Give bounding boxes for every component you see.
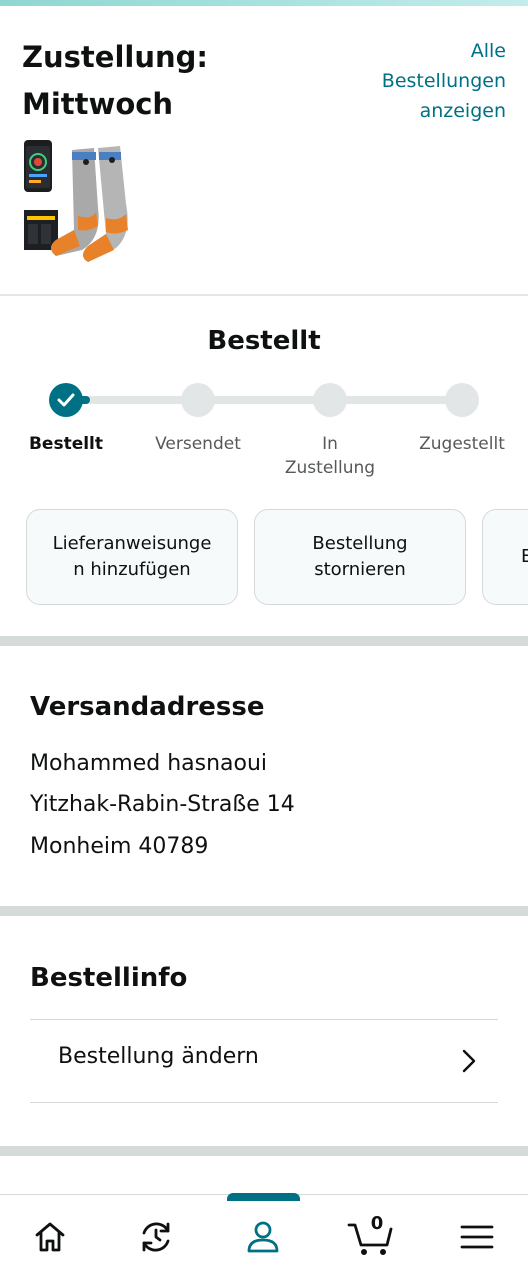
- change-order-row[interactable]: Bestellung ändern: [30, 1019, 498, 1103]
- more-actions-button[interactable]: E: [482, 509, 528, 605]
- history-icon: [142, 1222, 170, 1252]
- section-divider: [0, 906, 528, 916]
- status-title: Bestellt: [207, 326, 321, 356]
- menu-icon: [460, 1225, 494, 1249]
- section-divider: [0, 636, 528, 646]
- cart-icon-wrap: 0: [347, 1213, 395, 1257]
- shipping-name: Mohammed hasnaoui: [30, 751, 268, 776]
- nav-home[interactable]: [25, 1212, 75, 1262]
- step-ordered-label: Bestellt: [28, 434, 104, 454]
- product-image[interactable]: [22, 138, 162, 278]
- nav-history[interactable]: [131, 1212, 181, 1262]
- step-shipped-dot: [181, 383, 215, 417]
- order-info-title: Bestellinfo: [30, 963, 188, 993]
- shipping-street: Yitzhak-Rabin-Straße 14: [30, 792, 295, 817]
- step-ordered-dot: [49, 383, 83, 417]
- divider: [0, 294, 528, 296]
- nav-account[interactable]: [238, 1212, 288, 1262]
- step-out-for-delivery-dot: [313, 383, 347, 417]
- step-out-for-delivery-label: In Zustellung: [284, 434, 376, 478]
- nav-cart[interactable]: 0: [343, 1212, 399, 1262]
- step-delivered-label: Zugestellt: [419, 434, 505, 454]
- step-delivered-dot: [445, 383, 479, 417]
- section-divider: [0, 1146, 528, 1156]
- delivery-title: Zustellung: Mittwoch: [22, 40, 208, 121]
- check-icon: [57, 393, 75, 407]
- step-shipped-label: Versendet: [155, 434, 241, 454]
- change-order-label: Bestellung ändern: [58, 1044, 259, 1069]
- delivery-header: Zustellung: Mittwoch Alle Bestellungen a…: [0, 6, 528, 296]
- cart-count-badge: 0: [370, 1213, 384, 1234]
- all-orders-link[interactable]: Alle Bestellungen anzeigen: [356, 36, 506, 126]
- progress-track: [66, 396, 462, 404]
- cancel-order-button[interactable]: Bestellung stornieren: [254, 509, 466, 605]
- home-icon: [35, 1222, 65, 1252]
- nav-menu[interactable]: [452, 1212, 502, 1262]
- shipping-address-title: Versandadresse: [30, 692, 265, 722]
- shipping-city: Monheim 40789: [30, 834, 209, 859]
- nav-active-indicator: [227, 1193, 300, 1201]
- add-delivery-instructions-button[interactable]: Lieferanweisunge n hinzufügen: [26, 509, 238, 605]
- chevron-right-icon: [462, 1049, 476, 1073]
- account-icon: [247, 1221, 279, 1253]
